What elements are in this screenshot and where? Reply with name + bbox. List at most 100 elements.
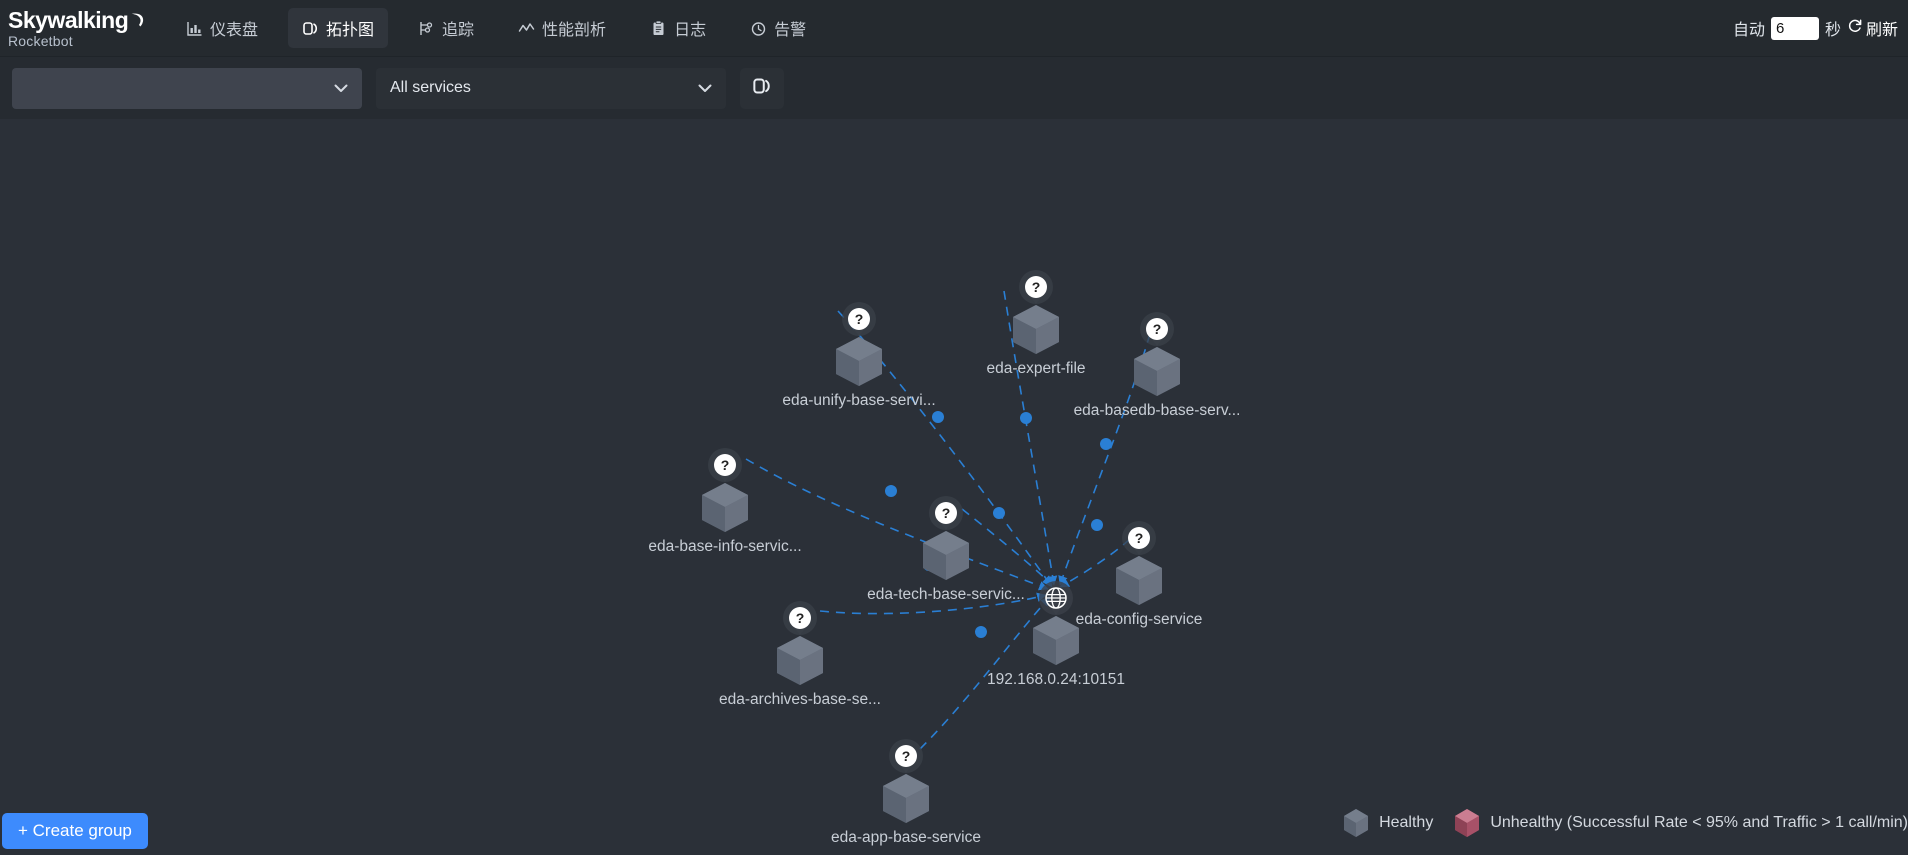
nav-label-topology: 拓扑图 bbox=[326, 22, 375, 39]
filter-bar: All services bbox=[0, 57, 1908, 119]
seconds-label: 秒 bbox=[1824, 22, 1841, 39]
nav-label-log: 日志 bbox=[674, 22, 707, 39]
auto-label: 自动 bbox=[1732, 22, 1765, 39]
traffic-dot bbox=[1020, 412, 1032, 424]
topology-node[interactable]: ? eda-config-service bbox=[1076, 519, 1202, 628]
cube-icon bbox=[1033, 616, 1079, 665]
trace-icon bbox=[418, 20, 435, 37]
main-nav: 仪表盘 拓扑图 追踪 性能剖析 日志 告警 bbox=[172, 0, 836, 56]
node-label: eda-base-info-servic... bbox=[648, 538, 802, 555]
refresh-label: 刷新 bbox=[1865, 22, 1898, 39]
chevron-down-icon bbox=[698, 82, 712, 95]
cube-icon bbox=[777, 636, 823, 685]
nav-label-alarm: 告警 bbox=[774, 22, 807, 39]
topology-canvas[interactable]: ? eda-unify-base-servi... ? eda-expert-f bbox=[0, 119, 1908, 855]
node-label: eda-unify-base-servi... bbox=[782, 392, 936, 409]
svg-text:?: ? bbox=[1153, 321, 1162, 337]
node-graphic: ? bbox=[883, 739, 929, 823]
node-label: eda-expert-file bbox=[986, 360, 1086, 377]
moon-icon bbox=[128, 13, 144, 30]
topology-icon bbox=[302, 20, 319, 37]
svg-text:?: ? bbox=[942, 505, 951, 521]
chevron-down-icon bbox=[334, 82, 348, 95]
topology-node[interactable]: ? eda-tech-base-servic... bbox=[867, 494, 1025, 603]
auto-refresh-interval-input[interactable] bbox=[1770, 16, 1819, 40]
node-graphic: ? bbox=[1013, 270, 1059, 354]
svg-text:?: ? bbox=[1032, 279, 1041, 295]
cube-icon bbox=[836, 337, 882, 386]
node-graphic: ? bbox=[1116, 521, 1162, 605]
node-graphic bbox=[1033, 581, 1079, 665]
node-graphic: ? bbox=[702, 448, 748, 532]
traffic-dot bbox=[885, 485, 897, 497]
unhealthy-cube-icon bbox=[1455, 809, 1480, 837]
topology-node[interactable]: ? eda-basedb-base-serv... bbox=[1074, 310, 1240, 419]
nav-label-dashboard: 仪表盘 bbox=[210, 22, 259, 39]
cube-icon bbox=[923, 531, 969, 580]
refresh-icon bbox=[1847, 18, 1863, 39]
topology-node[interactable]: ? eda-app-base-service bbox=[831, 737, 981, 846]
node-graphic: ? bbox=[836, 302, 882, 386]
node-graphic: ? bbox=[1134, 312, 1180, 396]
svg-text:?: ? bbox=[721, 457, 730, 473]
topology-icon bbox=[752, 76, 772, 101]
topology-node[interactable]: ? eda-unify-base-servi... bbox=[782, 300, 936, 409]
refresh-button[interactable]: 刷新 bbox=[1847, 16, 1898, 40]
topology-node[interactable]: ? eda-expert-file bbox=[986, 268, 1086, 377]
cube-icon bbox=[702, 483, 748, 532]
app-logo[interactable]: Skywalking Rocketbot bbox=[0, 6, 150, 49]
node-label: eda-tech-base-servic... bbox=[867, 586, 1025, 603]
node-label: eda-archives-base-se... bbox=[719, 691, 881, 708]
node-label: eda-app-base-service bbox=[831, 829, 981, 846]
health-legend: Healthy Unhealthy (Successful Rate < 95%… bbox=[1342, 807, 1908, 839]
cube-icon bbox=[1013, 305, 1059, 354]
topology-graph bbox=[745, 290, 1151, 750]
services-select[interactable]: All services bbox=[376, 67, 726, 109]
cube-icon bbox=[1134, 347, 1180, 396]
cube-icon bbox=[883, 774, 929, 823]
topology-view-button[interactable] bbox=[740, 67, 784, 109]
nav-item-alarm[interactable]: 告警 bbox=[736, 8, 820, 48]
group-select[interactable] bbox=[12, 67, 362, 109]
topology-node[interactable]: ? eda-base-info-servic... bbox=[648, 446, 802, 555]
nav-item-log[interactable]: 日志 bbox=[636, 8, 720, 48]
node-label: 192.168.0.24:10151 bbox=[987, 671, 1125, 688]
app-header: Skywalking Rocketbot 仪表盘 拓扑图 追踪 性能剖析 日志 … bbox=[0, 0, 1908, 57]
logo-title: Skywalking bbox=[8, 6, 150, 33]
services-select-value: All services bbox=[390, 79, 471, 96]
dashboard-chart-icon bbox=[186, 20, 203, 37]
node-label: eda-basedb-base-serv... bbox=[1073, 402, 1241, 419]
topology-node-central[interactable]: 192.168.0.24:10151 bbox=[987, 579, 1125, 688]
nav-item-trace[interactable]: 追踪 bbox=[404, 8, 488, 48]
nav-item-topology[interactable]: 拓扑图 bbox=[288, 8, 389, 48]
logo-title-text: Skywalking bbox=[8, 6, 129, 33]
nav-label-profile: 性能剖析 bbox=[542, 22, 607, 39]
traffic-dot bbox=[1100, 438, 1112, 450]
traffic-dot bbox=[975, 626, 987, 638]
svg-text:?: ? bbox=[902, 748, 911, 764]
svg-text:?: ? bbox=[855, 311, 864, 327]
node-graphic: ? bbox=[777, 601, 823, 685]
node-graphic: ? bbox=[923, 496, 969, 580]
nav-item-profile[interactable]: 性能剖析 bbox=[504, 8, 620, 48]
traffic-dot bbox=[993, 507, 1005, 519]
healthy-cube-icon bbox=[1344, 809, 1369, 837]
nav-item-dashboard[interactable]: 仪表盘 bbox=[172, 8, 272, 48]
legend-item-unhealthy: Unhealthy (Successful Rate < 95% and Tra… bbox=[1453, 807, 1908, 839]
create-group-button[interactable]: + Create group bbox=[2, 813, 148, 849]
cube-icon bbox=[1116, 556, 1162, 605]
svg-text:?: ? bbox=[796, 610, 805, 626]
legend-label-healthy: Healthy bbox=[1379, 814, 1434, 831]
logo-subtitle: Rocketbot bbox=[8, 32, 73, 49]
legend-label-unhealthy: Unhealthy (Successful Rate < 95% and Tra… bbox=[1490, 814, 1908, 831]
legend-item-healthy: Healthy bbox=[1342, 807, 1433, 839]
refresh-controls: 自动 秒 刷新 bbox=[1733, 16, 1908, 40]
log-clipboard-icon bbox=[650, 20, 667, 37]
topology-node[interactable]: ? eda-archives-base-se... bbox=[719, 599, 881, 708]
alarm-clock-icon bbox=[750, 20, 767, 37]
svg-text:?: ? bbox=[1135, 530, 1144, 546]
nav-label-trace: 追踪 bbox=[442, 22, 475, 39]
traffic-dot bbox=[932, 411, 944, 423]
profile-wave-icon bbox=[518, 20, 535, 37]
edge-line bbox=[745, 458, 1049, 591]
